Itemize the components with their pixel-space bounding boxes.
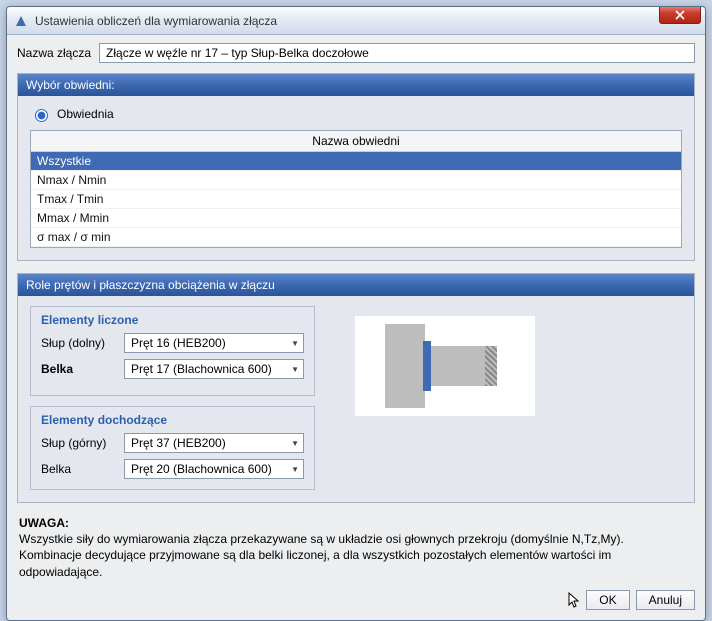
preview-beam	[431, 346, 491, 386]
envelope-grid-row[interactable]: Nmax / Nmin	[31, 171, 681, 190]
note-block: UWAGA: Wszystkie siły do wymiarowania zł…	[19, 515, 693, 580]
arriving-beam-row: Belka Pręt 20 (Blachownica 600) ▼	[41, 459, 304, 479]
envelope-grid: Nazwa obwiedni Wszystkie Nmax / Nmin Tma…	[30, 130, 682, 248]
note-title: UWAGA:	[19, 515, 693, 531]
app-icon	[13, 13, 29, 29]
envelope-grid-header: Nazwa obwiedni	[31, 131, 681, 152]
counted-beam-row: Belka Pręt 17 (Blachownica 600) ▼	[41, 359, 304, 379]
chevron-down-icon: ▼	[291, 439, 299, 448]
arriving-col-top-row: Słup (górny) Pręt 37 (HEB200) ▼	[41, 433, 304, 453]
close-button[interactable]	[659, 6, 701, 24]
combo-value: Pręt 16 (HEB200)	[131, 336, 226, 350]
envelope-grid-row[interactable]: Mmax / Mmin	[31, 209, 681, 228]
window-title: Ustawienia obliczeń dla wymiarowania złą…	[35, 14, 701, 28]
envelope-grid-row[interactable]: σ max / σ min	[31, 228, 681, 247]
connection-name-label: Nazwa złącza	[17, 46, 91, 60]
envelope-grid-row[interactable]: Wszystkie	[31, 152, 681, 171]
note-line-2: Kombinacje decydujące przyjmowane są dla…	[19, 547, 693, 579]
connection-name-input[interactable]	[99, 43, 695, 63]
counted-legend: Elementy liczone	[41, 313, 304, 327]
envelope-radio-label: Obwiednia	[57, 107, 114, 121]
roles-panel-body: Elementy liczone Słup (dolny) Pręt 16 (H…	[18, 296, 694, 502]
combo-value: Pręt 20 (Blachownica 600)	[131, 462, 272, 476]
envelope-panel-title: Wybór obwiedni:	[18, 74, 694, 96]
connection-name-row: Nazwa złącza	[17, 43, 695, 63]
combo-value: Pręt 17 (Blachownica 600)	[131, 362, 272, 376]
combo-value: Pręt 37 (HEB200)	[131, 436, 226, 450]
cursor-icon	[568, 592, 580, 608]
chevron-down-icon: ▼	[291, 339, 299, 348]
arriving-fieldset: Elementy dochodzące Słup (górny) Pręt 37…	[30, 406, 315, 490]
envelope-radio[interactable]	[35, 109, 48, 122]
counted-col-bottom-combo[interactable]: Pręt 16 (HEB200) ▼	[124, 333, 304, 353]
envelope-panel: Wybór obwiedni: Obwiednia Nazwa obwiedni…	[17, 73, 695, 261]
counted-beam-combo[interactable]: Pręt 17 (Blachownica 600) ▼	[124, 359, 304, 379]
preview-column	[385, 324, 425, 408]
roles-form-column: Elementy liczone Słup (dolny) Pręt 16 (H…	[30, 306, 315, 490]
roles-panel-title: Role prętów i płaszczyzna obciążenia w z…	[18, 274, 694, 296]
cancel-button[interactable]: Anuluj	[636, 590, 695, 610]
arriving-col-top-combo[interactable]: Pręt 37 (HEB200) ▼	[124, 433, 304, 453]
envelope-panel-body: Obwiednia Nazwa obwiedni Wszystkie Nmax …	[18, 96, 694, 260]
counted-beam-label: Belka	[41, 362, 116, 376]
titlebar: Ustawienia obliczeń dla wymiarowania złą…	[7, 7, 705, 35]
chevron-down-icon: ▼	[291, 365, 299, 374]
counted-col-bottom-row: Słup (dolny) Pręt 16 (HEB200) ▼	[41, 333, 304, 353]
arriving-beam-label: Belka	[41, 462, 116, 476]
arriving-beam-combo[interactable]: Pręt 20 (Blachownica 600) ▼	[124, 459, 304, 479]
chevron-down-icon: ▼	[291, 465, 299, 474]
roles-panel: Role prętów i płaszczyzna obciążenia w z…	[17, 273, 695, 503]
counted-col-bottom-label: Słup (dolny)	[41, 336, 116, 350]
envelope-radio-row[interactable]: Obwiednia	[30, 106, 682, 122]
dialog-button-row: OK Anuluj	[17, 590, 695, 610]
content-area: Nazwa złącza Wybór obwiedni: Obwiednia N…	[7, 35, 705, 620]
ok-button[interactable]: OK	[586, 590, 629, 610]
close-icon	[675, 10, 685, 20]
envelope-grid-row[interactable]: Tmax / Tmin	[31, 190, 681, 209]
note-line-1: Wszystkie siły do wymiarowania złącza pr…	[19, 531, 693, 547]
dialog-window: Ustawienia obliczeń dla wymiarowania złą…	[6, 6, 706, 621]
arriving-col-top-label: Słup (górny)	[41, 436, 116, 450]
counted-fieldset: Elementy liczone Słup (dolny) Pręt 16 (H…	[30, 306, 315, 396]
preview-endplate	[423, 341, 431, 391]
connection-preview	[355, 316, 535, 416]
arriving-legend: Elementy dochodzące	[41, 413, 304, 427]
